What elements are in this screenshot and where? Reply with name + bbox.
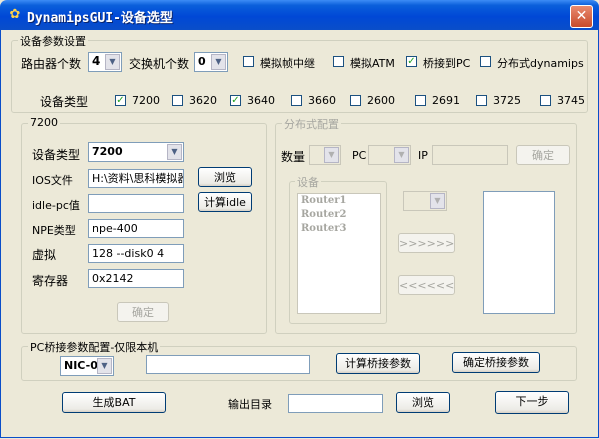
switch-count-label: 交换机个数 [129,57,190,71]
calc-bridge-button[interactable]: 计算桥接参数 [336,353,420,374]
switch-count-select[interactable]: 0 ▼ [194,52,228,72]
device-type-3640-checkbox[interactable]: ✓ [230,95,241,106]
register-input[interactable]: 0x2142 [88,269,184,288]
router-count-select[interactable]: 4 ▼ [88,52,122,72]
npe-type-label: NPE类型 [32,224,76,237]
model-device-type-label: 设备类型 [32,148,81,162]
list-item[interactable]: Router3 [298,222,380,236]
device-type-2691-checkbox[interactable] [415,95,426,106]
distributed-group-label: 分布式配置 [282,116,341,132]
device-type-3620-label: 3620 [189,94,217,107]
device-type-3640-label: 3640 [247,94,275,107]
nic-select[interactable]: NIC-0 ▼ [60,356,114,376]
list-item[interactable]: Router2 [298,208,380,222]
chevron-down-icon[interactable]: ▼ [167,144,182,160]
assigned-devices-list[interactable] [483,191,555,314]
register-label: 寄存器 [32,274,69,288]
option-bridge-pc-label: 桥接到PC [423,57,471,70]
bridge-group-label: PC桥接参数配置-仅限本机 [28,339,161,355]
output-dir-label: 输出目录 [228,398,272,411]
device-type-3745-checkbox[interactable] [540,95,551,106]
option-frame-relay-checkbox[interactable] [243,56,254,67]
device-type-label: 设备类型 [40,95,89,109]
window-title: DynamipsGUI-设备选型 [27,11,173,26]
device-type-7200-label: 7200 [132,94,160,107]
device-type-3660-label: 3660 [308,94,336,107]
virtual-input[interactable]: 128 --disk0 4 [88,244,184,263]
device-type-3725-checkbox[interactable] [476,95,487,106]
move-right-button[interactable]: >>>>>> [398,233,455,253]
idle-pc-label: idle-pc值 [32,199,80,212]
confirm-bridge-button[interactable]: 确定桥接参数 [452,352,540,373]
ios-browse-button[interactable]: 浏览 [198,167,252,187]
option-distributed-checkbox[interactable] [480,56,491,67]
bridge-params-input[interactable] [146,355,310,374]
chevron-down-icon[interactable]: ▼ [324,147,339,163]
nic-value: NIC-0 [64,359,98,372]
close-button[interactable]: ✕ [570,5,593,28]
ios-file-label: IOS文件 [32,174,73,187]
router-count-value: 4 [92,54,101,68]
idle-pc-input[interactable] [88,194,184,213]
device-type-2600-checkbox[interactable] [350,95,361,106]
option-frame-relay-label: 模拟帧中继 [260,57,315,70]
switch-count-value: 0 [198,55,206,68]
device-type-3745-label: 3745 [557,94,585,107]
virtual-label: 虚拟 [32,248,57,262]
chevron-down-icon[interactable]: ▼ [394,147,409,163]
option-bridge-pc-checkbox[interactable]: ✓ [406,56,417,67]
model-device-type-select[interactable]: 7200 ▼ [88,142,184,162]
option-distributed-label: 分布式dynamips [497,57,584,70]
app-icon: ✿ [9,7,21,22]
router-count-label: 路由器个数 [21,57,82,71]
device-type-3660-checkbox[interactable] [291,95,302,106]
output-dir-input[interactable] [288,394,383,413]
ios-file-input[interactable]: H:\资料\思科模拟器 [88,169,184,188]
list-item[interactable]: Router1 [298,194,380,208]
output-browse-button[interactable]: 浏览 [396,392,450,413]
model-device-type-value: 7200 [92,145,123,158]
device-type-2600-label: 2600 [367,94,395,107]
device-type-2691-label: 2691 [432,94,460,107]
next-button[interactable]: 下一步 [495,391,569,414]
option-atm-label: 模拟ATM [350,57,395,70]
chevron-down-icon[interactable]: ▼ [430,193,445,209]
device-type-3725-label: 3725 [493,94,521,107]
chevron-down-icon[interactable]: ▼ [97,358,112,374]
device-type-3620-checkbox[interactable] [172,95,183,106]
target-select[interactable]: ▼ [403,191,447,211]
count-label: 数量 [281,150,306,164]
count-select[interactable]: ▼ [309,145,341,165]
option-atm-checkbox[interactable] [333,56,344,67]
device-params-group-label: 设备参数设置 [18,33,88,49]
devices-group-label: 设备 [295,174,321,190]
pc-label: PC [352,149,367,162]
chevron-down-icon[interactable]: ▼ [211,54,226,70]
distributed-confirm-button[interactable]: 确定 [516,145,570,165]
ip-label: IP [418,149,428,162]
ip-input[interactable] [432,145,508,165]
model-group-label: 7200 [28,116,60,129]
npe-type-input[interactable]: npe-400 [88,219,184,238]
calc-idle-button[interactable]: 计算idle [198,192,252,212]
generate-bat-button[interactable]: 生成BAT [62,392,166,413]
device-type-7200-checkbox[interactable]: ✓ [115,95,126,106]
devices-list[interactable]: Router1 Router2 Router3 [297,193,381,314]
pc-select[interactable]: ▼ [368,145,411,165]
move-left-button[interactable]: <<<<<< [398,275,455,295]
model-confirm-button[interactable]: 确定 [117,302,169,322]
chevron-down-icon[interactable]: ▼ [105,54,120,70]
